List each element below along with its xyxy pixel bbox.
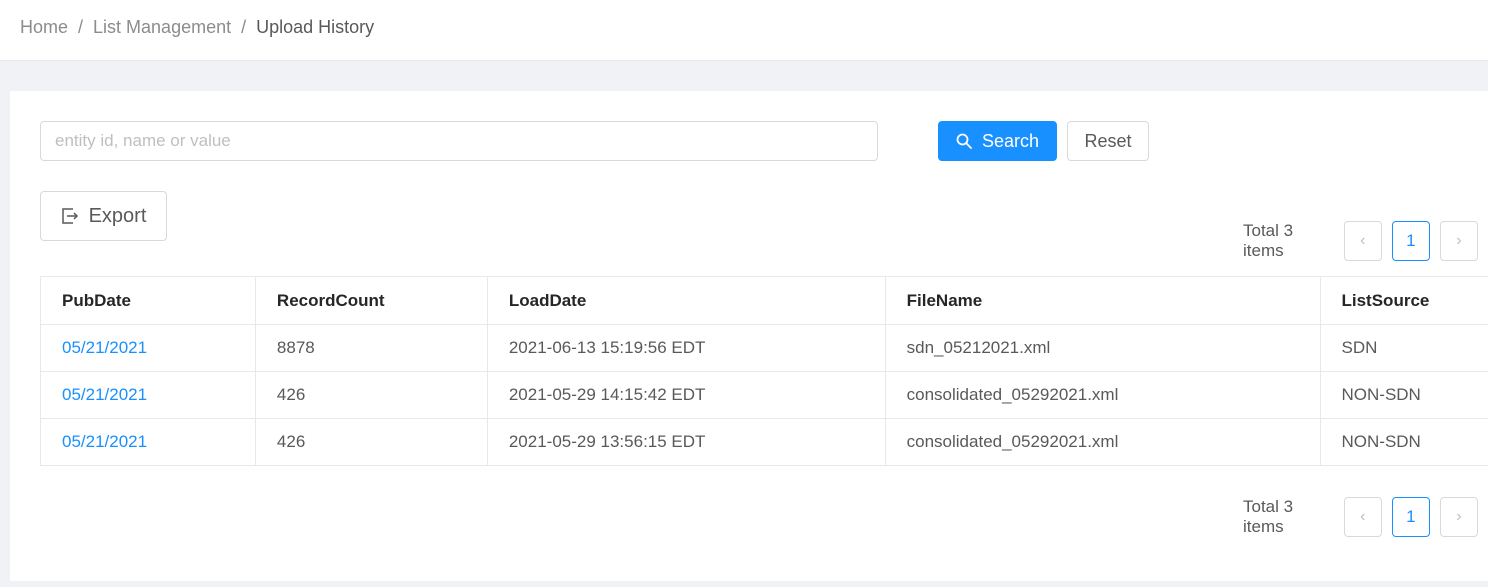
breadcrumb-list-management[interactable]: List Management	[93, 17, 231, 37]
page-number-button[interactable]: 1	[1391, 497, 1430, 537]
pagination-total: Total 3 items	[1243, 497, 1294, 536]
chevron-left-icon: ‹	[1360, 232, 1366, 249]
record-count-cell: 426	[255, 371, 488, 419]
search-input[interactable]	[40, 121, 878, 161]
column-header-pubdate[interactable]: PubDate	[40, 276, 256, 325]
table-row: 05/21/2021 426 2021-05-29 14:15:42 EDT c…	[40, 371, 1488, 419]
table-header-row: PubDate RecordCount LoadDate FileName Li…	[40, 276, 1488, 325]
search-button[interactable]: Search	[938, 121, 1057, 161]
export-button[interactable]: Export	[40, 191, 167, 241]
search-button-label: Search	[981, 130, 1040, 151]
breadcrumb-current: Upload History	[256, 17, 375, 37]
pagination-total: Total 3 items	[1243, 221, 1294, 260]
prev-page-button[interactable]: ‹	[1343, 221, 1382, 261]
upload-history-table: PubDate RecordCount LoadDate FileName Li…	[40, 276, 1488, 466]
breadcrumb-separator: /	[241, 17, 247, 37]
breadcrumb-separator: /	[78, 17, 84, 37]
reset-button[interactable]: Reset	[1067, 121, 1149, 161]
load-date-cell: 2021-06-13 15:19:56 EDT	[487, 324, 886, 372]
export-icon	[61, 208, 78, 224]
page-number-button[interactable]: 1	[1391, 221, 1430, 261]
column-header-recordcount[interactable]: RecordCount	[255, 276, 488, 325]
load-date-cell: 2021-05-29 14:15:42 EDT	[487, 371, 886, 419]
record-count-cell: 8878	[255, 324, 488, 372]
column-header-loaddate[interactable]: LoadDate	[487, 276, 886, 325]
list-source-cell: NON-SDN	[1320, 418, 1488, 466]
table-row: 05/21/2021 8878 2021-06-13 15:19:56 EDT …	[40, 324, 1488, 372]
pagination-top: Total 3 items ‹ 1 ›	[1243, 221, 1488, 261]
load-date-cell: 2021-05-29 13:56:15 EDT	[487, 418, 886, 466]
table-row: 05/21/2021 426 2021-05-29 13:56:15 EDT c…	[40, 418, 1488, 466]
file-name-cell: consolidated_05292021.xml	[885, 418, 1321, 466]
next-page-button[interactable]: ›	[1439, 221, 1479, 261]
pubdate-link[interactable]: 05/21/2021	[40, 324, 256, 372]
next-page-button[interactable]: ›	[1439, 497, 1479, 537]
breadcrumb: Home / List Management / Upload History	[20, 17, 374, 37]
column-header-filename[interactable]: FileName	[885, 276, 1321, 325]
column-header-listsource[interactable]: ListSource	[1320, 276, 1488, 325]
pubdate-link[interactable]: 05/21/2021	[40, 371, 256, 419]
export-button-label: Export	[88, 204, 147, 227]
list-source-cell: NON-SDN	[1320, 371, 1488, 419]
file-name-cell: consolidated_05292021.xml	[885, 371, 1321, 419]
search-icon	[956, 133, 972, 149]
reset-button-label: Reset	[1084, 130, 1132, 151]
prev-page-button[interactable]: ‹	[1343, 497, 1382, 537]
breadcrumb-home[interactable]: Home	[20, 17, 68, 37]
pagination-bottom: Total 3 items ‹ 1 ›	[1243, 497, 1488, 537]
file-name-cell: sdn_05212021.xml	[885, 324, 1321, 372]
chevron-left-icon: ‹	[1360, 508, 1366, 525]
chevron-right-icon: ›	[1456, 508, 1462, 525]
list-source-cell: SDN	[1320, 324, 1488, 372]
page-header: Home / List Management / Upload History	[0, 0, 1488, 61]
pubdate-link[interactable]: 05/21/2021	[40, 418, 256, 466]
record-count-cell: 426	[255, 418, 488, 466]
chevron-right-icon: ›	[1456, 232, 1462, 249]
